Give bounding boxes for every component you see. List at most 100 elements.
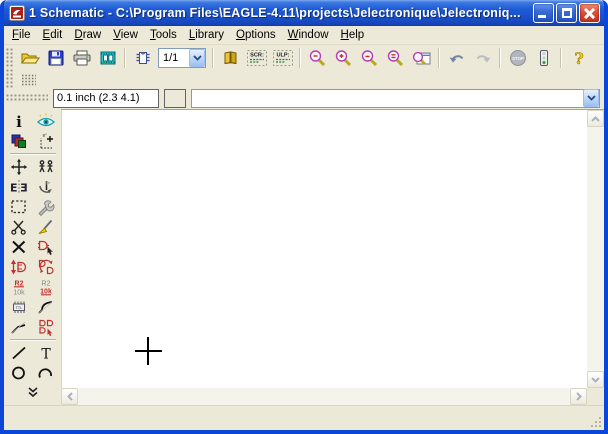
name-button[interactable]: R210k — [7, 278, 32, 297]
gateswap-button[interactable] — [34, 258, 59, 277]
invoke-icon — [36, 318, 56, 336]
chevron-down-icon — [591, 377, 600, 383]
horizontal-scroll-track[interactable] — [78, 388, 570, 405]
parameter-field — [164, 89, 186, 108]
erc-check-button[interactable] — [531, 47, 556, 70]
switch-to-board-button[interactable] — [130, 47, 155, 70]
menu-window[interactable]: Window — [282, 27, 335, 44]
zoom-redraw-button[interactable] — [409, 47, 434, 70]
layers-icon — [9, 132, 29, 150]
zoom-redraw-icon — [412, 49, 432, 67]
titlebar[interactable]: 1 Schematic - C:\Program Files\EAGLE-4.1… — [4, 0, 604, 26]
menu-edit[interactable]: Edit — [37, 27, 69, 44]
toolbar-grip[interactable] — [6, 69, 14, 89]
mirror-button[interactable]: EƎ — [7, 178, 32, 197]
pinswap-button[interactable] — [7, 258, 32, 277]
group-button[interactable] — [7, 198, 32, 217]
paste-button[interactable] — [34, 218, 59, 237]
use-library-button[interactable] — [218, 47, 243, 70]
menu-draw[interactable]: Draw — [68, 27, 107, 44]
stop-icon: STOP — [508, 49, 528, 67]
smash-button[interactable]: TTL — [7, 298, 32, 317]
scroll-up-button[interactable] — [587, 110, 604, 127]
more-tools-button[interactable] — [8, 384, 58, 403]
sheet-dropdown-button[interactable] — [189, 49, 205, 67]
command-input[interactable] — [192, 91, 583, 106]
rotate-icon — [36, 178, 56, 196]
split-button[interactable] — [7, 318, 32, 337]
ulp-icon: ULP: — [272, 49, 294, 67]
toolbar-grip[interactable] — [6, 94, 48, 102]
info-button[interactable]: i — [7, 112, 32, 131]
toolbar-grip[interactable] — [6, 48, 14, 68]
maximize-button[interactable] — [556, 3, 577, 23]
redo-icon — [473, 49, 493, 67]
horizontal-scrollbar[interactable] — [61, 388, 587, 405]
scroll-down-button[interactable] — [587, 371, 604, 388]
vertical-scroll-track[interactable] — [587, 127, 604, 371]
svg-text:10k: 10k — [13, 290, 25, 297]
toolbar-separator — [10, 153, 56, 155]
menu-tools[interactable]: Tools — [144, 27, 183, 44]
print-button[interactable] — [69, 47, 94, 70]
value-button[interactable]: R210k — [34, 278, 59, 297]
menu-options[interactable]: Options — [230, 27, 282, 44]
sheet-selector[interactable]: 1/1 — [158, 48, 206, 68]
grid-icon — [20, 73, 38, 86]
copy-icon — [36, 158, 56, 176]
zoom-out-icon — [360, 49, 380, 67]
invoke-button[interactable] — [34, 318, 59, 337]
show-button[interactable] — [34, 112, 59, 131]
info-icon: i — [9, 112, 29, 130]
vertical-scrollbar[interactable] — [587, 110, 604, 388]
schematic-canvas[interactable] — [61, 110, 587, 388]
cam-processor-button[interactable] — [95, 47, 120, 70]
menu-help[interactable]: Help — [335, 27, 371, 44]
zoom-select-button[interactable] — [383, 47, 408, 70]
toolbar-separator — [299, 48, 301, 68]
change-button[interactable] — [34, 198, 59, 217]
arc-button[interactable] — [34, 364, 59, 383]
command-toolbar-row: 9° — [7, 131, 59, 151]
zoom-out-button[interactable] — [357, 47, 382, 70]
miter-button[interactable] — [34, 298, 59, 317]
help-button[interactable]: ? — [566, 47, 591, 70]
open-button[interactable] — [17, 47, 42, 70]
run-ulp-button[interactable]: ULP: — [270, 47, 295, 70]
minimize-button[interactable] — [533, 3, 554, 23]
menu-view[interactable]: View — [107, 27, 144, 44]
copy-button[interactable] — [34, 158, 59, 177]
move-button[interactable] — [7, 158, 32, 177]
add-part-button[interactable] — [34, 238, 59, 257]
rotate-button[interactable] — [34, 178, 59, 197]
text-button[interactable]: T — [34, 344, 59, 363]
zoom-fit-button[interactable] — [305, 47, 330, 70]
wire-button[interactable] — [7, 344, 32, 363]
menu-file[interactable]: File — [6, 27, 37, 44]
pinswap-icon — [9, 258, 29, 276]
scroll-right-button[interactable] — [570, 388, 587, 405]
delete-button[interactable] — [7, 238, 32, 257]
close-button[interactable] — [579, 3, 600, 23]
run-script-button[interactable]: SCR: — [244, 47, 269, 70]
resize-grip[interactable] — [589, 415, 603, 429]
display-layers-button[interactable] — [7, 132, 32, 151]
gateswap-icon — [36, 258, 56, 276]
film-icon — [98, 49, 118, 67]
command-toolbar-row — [7, 157, 59, 177]
save-button[interactable] — [43, 47, 68, 70]
menu-library[interactable]: Library — [183, 27, 230, 44]
eagle-app-icon — [9, 5, 25, 21]
cut-button[interactable] — [7, 218, 32, 237]
svg-text:i: i — [16, 113, 22, 130]
scroll-left-button[interactable] — [61, 388, 78, 405]
circle-button[interactable] — [7, 364, 32, 383]
redo-button[interactable] — [470, 47, 495, 70]
status-text — [4, 426, 589, 430]
zoom-in-button[interactable] — [331, 47, 356, 70]
stop-button[interactable]: STOP — [505, 47, 530, 70]
command-toolbar-row — [7, 257, 59, 277]
mark-button[interactable]: 9° — [34, 132, 59, 151]
undo-button[interactable] — [444, 47, 469, 70]
command-dropdown-button[interactable] — [583, 89, 599, 107]
